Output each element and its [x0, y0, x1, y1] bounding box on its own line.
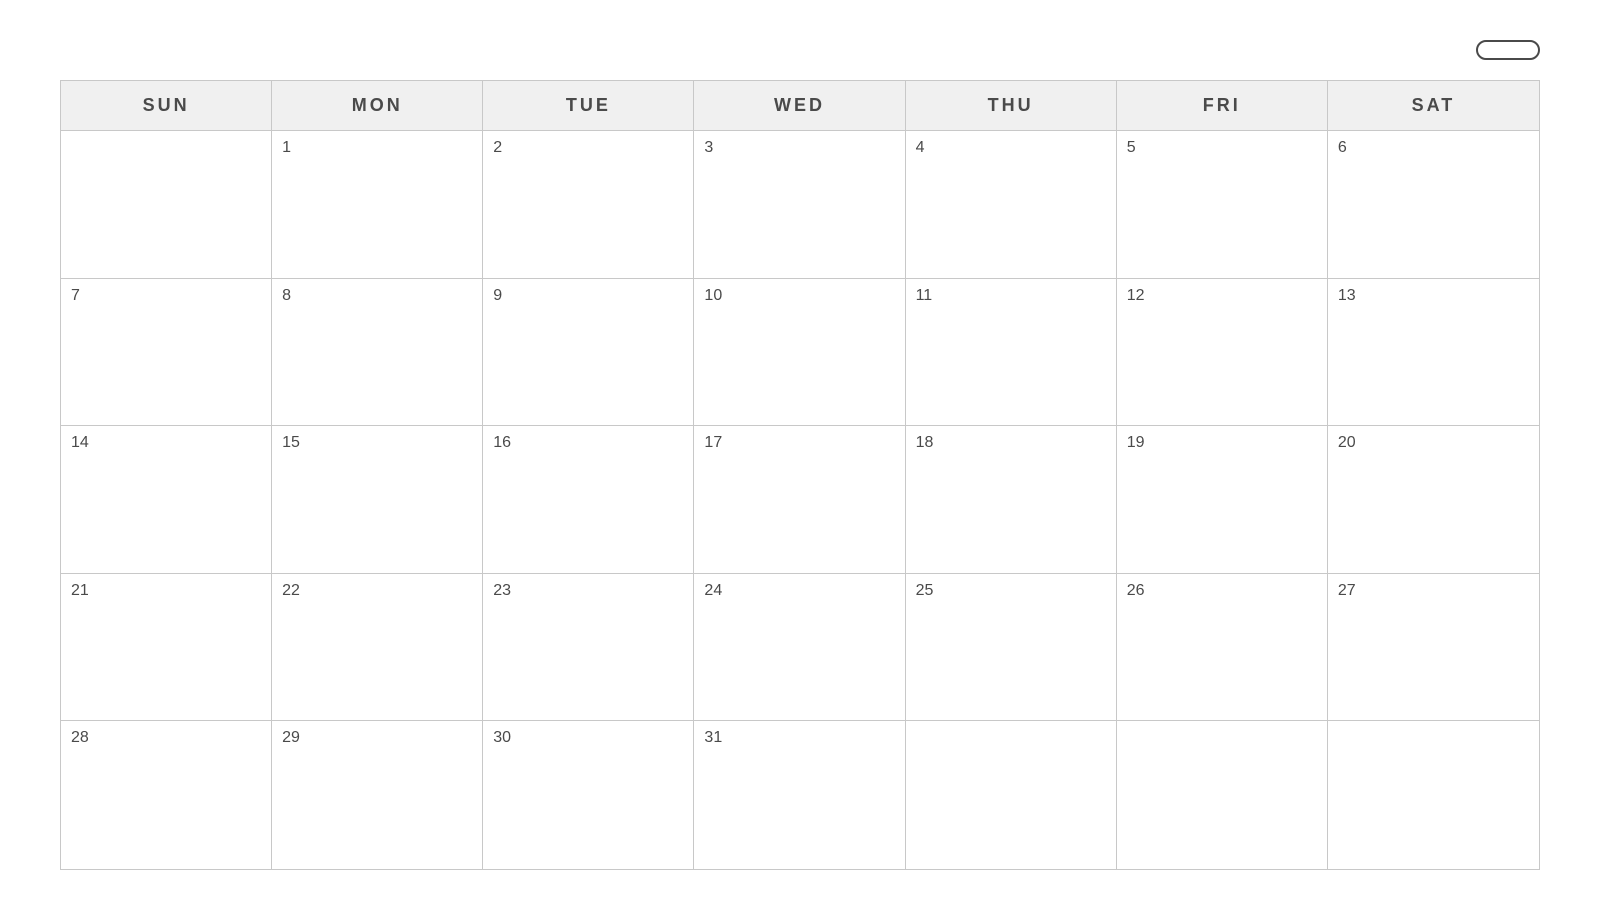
year-badge [1476, 40, 1540, 60]
day-number: 30 [493, 729, 511, 747]
week-row-3: 14 15 16 17 18 19 20 [61, 426, 1539, 574]
day-number: 22 [282, 582, 300, 600]
day-number: 8 [282, 287, 291, 305]
day-cell[interactable]: 8 [272, 279, 483, 427]
day-cell[interactable]: 7 [61, 279, 272, 427]
calendar-header [60, 40, 1540, 60]
day-cell[interactable]: 10 [694, 279, 905, 427]
day-cell[interactable]: 1 [272, 131, 483, 279]
day-number: 27 [1338, 582, 1356, 600]
day-number: 23 [493, 582, 511, 600]
day-header-sat: SAT [1328, 81, 1539, 131]
day-cell[interactable]: 23 [483, 574, 694, 722]
week-row-2: 7 8 9 10 11 12 13 [61, 279, 1539, 427]
day-cell[interactable]: 26 [1117, 574, 1328, 722]
day-cell[interactable] [906, 721, 1117, 869]
day-number: 25 [916, 582, 934, 600]
day-number: 7 [71, 287, 80, 305]
day-cell[interactable] [61, 131, 272, 279]
week-row-4: 21 22 23 24 25 26 27 [61, 574, 1539, 722]
day-cell[interactable]: 17 [694, 426, 905, 574]
day-cell[interactable]: 11 [906, 279, 1117, 427]
day-cell[interactable] [1328, 721, 1539, 869]
day-number: 5 [1127, 139, 1136, 157]
day-number: 1 [282, 139, 291, 157]
day-number: 12 [1127, 287, 1145, 305]
day-cell[interactable]: 27 [1328, 574, 1539, 722]
day-number: 28 [71, 729, 89, 747]
day-number: 3 [704, 139, 713, 157]
day-cell[interactable]: 28 [61, 721, 272, 869]
day-number: 26 [1127, 582, 1145, 600]
day-number: 15 [282, 434, 300, 452]
day-cell[interactable]: 16 [483, 426, 694, 574]
weeks-container: 1234567891011121314151617181920212223242… [61, 131, 1539, 869]
day-header-thu: THU [906, 81, 1117, 131]
day-cell[interactable]: 19 [1117, 426, 1328, 574]
day-cell[interactable]: 6 [1328, 131, 1539, 279]
day-cell[interactable]: 5 [1117, 131, 1328, 279]
day-cell[interactable]: 22 [272, 574, 483, 722]
day-number: 9 [493, 287, 502, 305]
day-number: 4 [916, 139, 925, 157]
day-number: 21 [71, 582, 89, 600]
day-cell[interactable]: 31 [694, 721, 905, 869]
day-number: 18 [916, 434, 934, 452]
day-cell[interactable]: 15 [272, 426, 483, 574]
day-header-sun: SUN [61, 81, 272, 131]
day-cell[interactable] [1117, 721, 1328, 869]
day-header-fri: FRI [1117, 81, 1328, 131]
day-number: 17 [704, 434, 722, 452]
day-cell[interactable]: 14 [61, 426, 272, 574]
day-number: 6 [1338, 139, 1347, 157]
day-number: 11 [916, 287, 933, 305]
day-cell[interactable]: 21 [61, 574, 272, 722]
week-row-1: 1 2 3 4 5 6 [61, 131, 1539, 279]
day-header-wed: WED [694, 81, 905, 131]
day-cell[interactable]: 13 [1328, 279, 1539, 427]
day-header-mon: MON [272, 81, 483, 131]
day-cell[interactable]: 18 [906, 426, 1117, 574]
days-header: SUNMONTUEWEDTHUFRISAT [61, 81, 1539, 131]
day-cell[interactable]: 3 [694, 131, 905, 279]
day-cell[interactable]: 24 [694, 574, 905, 722]
day-number: 19 [1127, 434, 1145, 452]
day-cell[interactable]: 4 [906, 131, 1117, 279]
day-number: 10 [704, 287, 722, 305]
day-number: 13 [1338, 287, 1356, 305]
day-number: 20 [1338, 434, 1356, 452]
day-cell[interactable]: 20 [1328, 426, 1539, 574]
day-cell[interactable]: 29 [272, 721, 483, 869]
calendar-container: SUNMONTUEWEDTHUFRISAT 123456789101112131… [0, 0, 1600, 900]
day-cell[interactable]: 9 [483, 279, 694, 427]
day-number: 31 [704, 729, 722, 747]
day-number: 2 [493, 139, 502, 157]
day-number: 29 [282, 729, 300, 747]
day-cell[interactable]: 30 [483, 721, 694, 869]
day-number: 14 [71, 434, 89, 452]
day-cell[interactable]: 2 [483, 131, 694, 279]
day-header-tue: TUE [483, 81, 694, 131]
day-number: 24 [704, 582, 722, 600]
week-row-5: 28 29 30 31 [61, 721, 1539, 869]
day-number: 16 [493, 434, 511, 452]
day-cell[interactable]: 25 [906, 574, 1117, 722]
day-cell[interactable]: 12 [1117, 279, 1328, 427]
calendar-grid: SUNMONTUEWEDTHUFRISAT 123456789101112131… [60, 80, 1540, 870]
